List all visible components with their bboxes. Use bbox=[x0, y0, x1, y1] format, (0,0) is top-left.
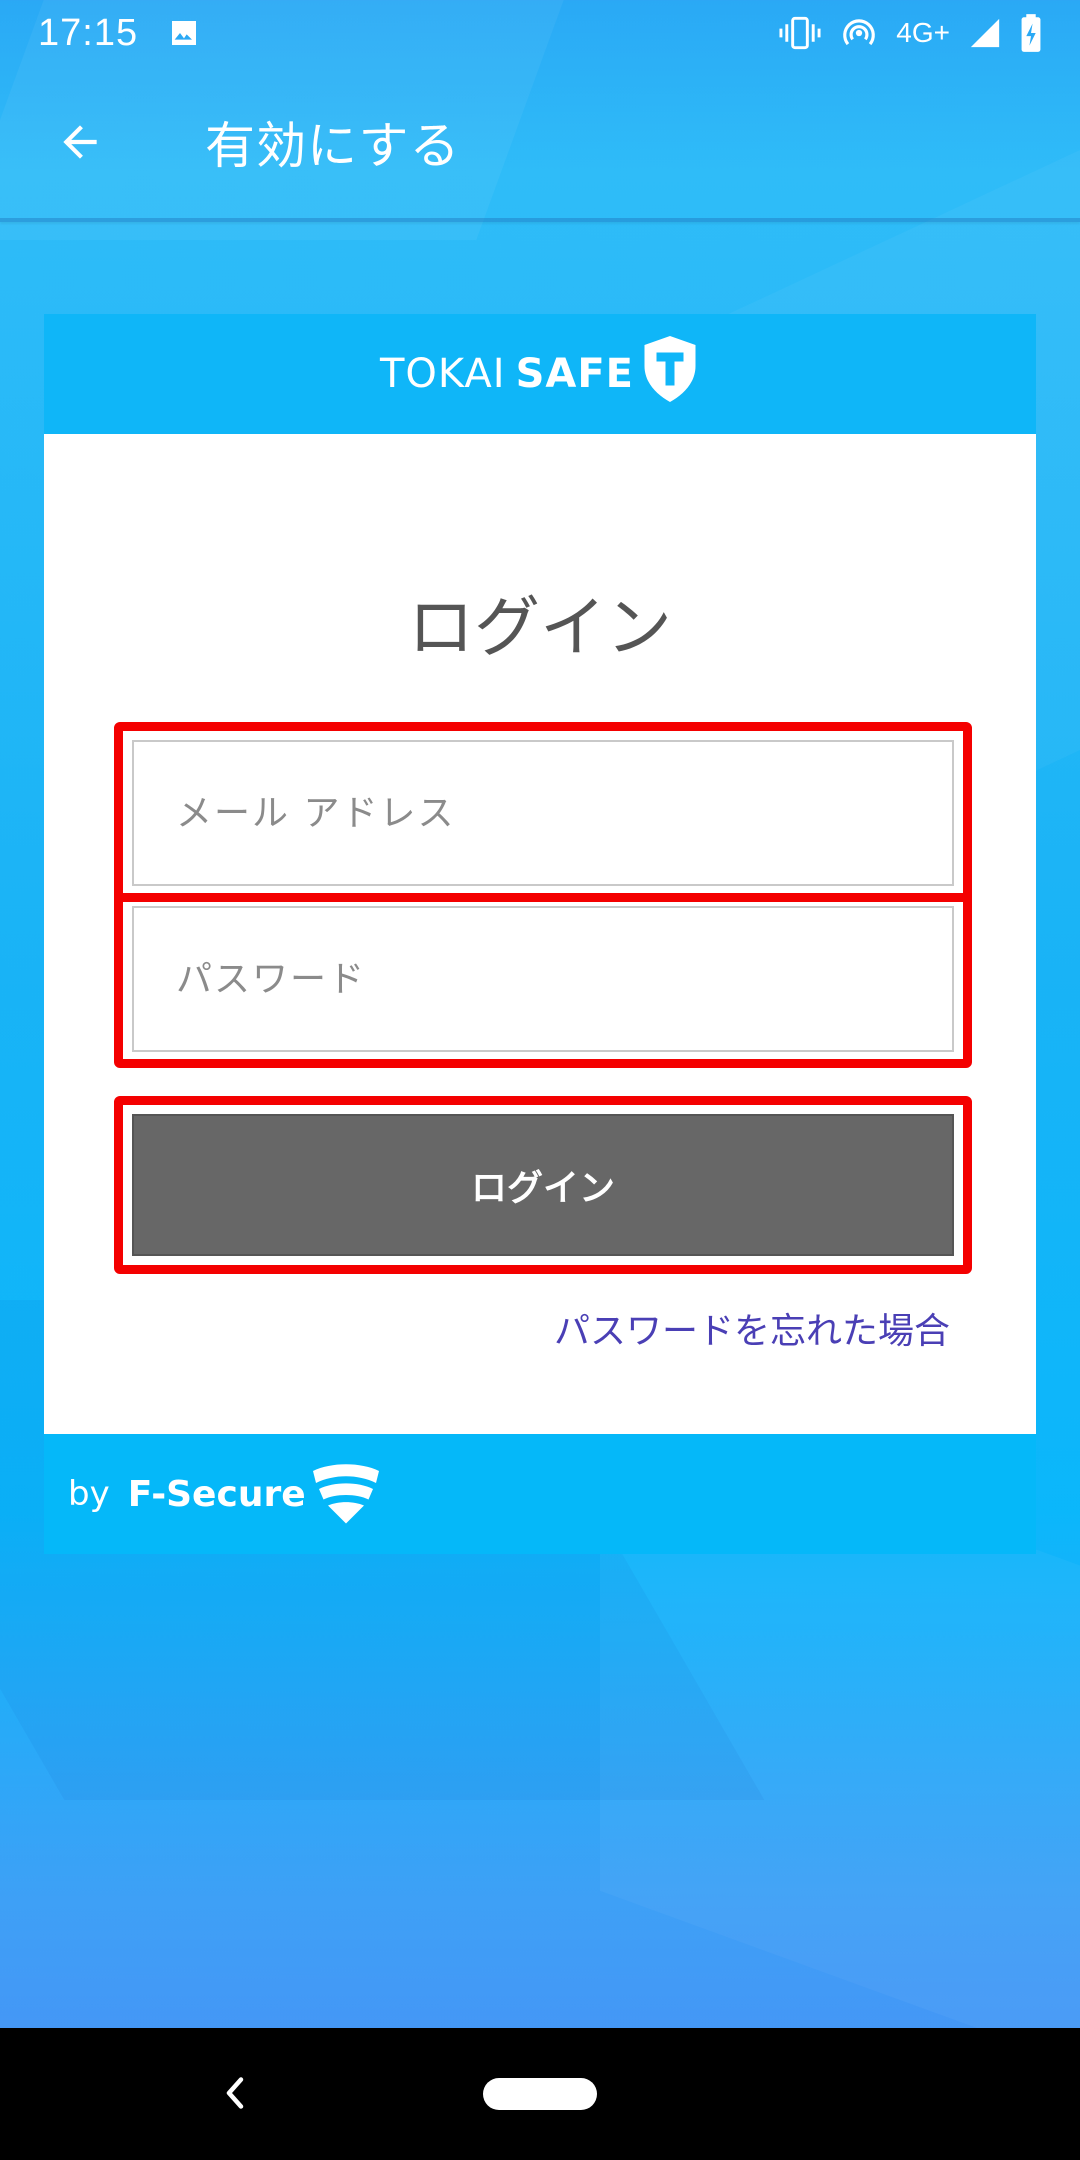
shield-icon bbox=[640, 334, 700, 414]
app-bar: 有効にする bbox=[0, 66, 1080, 222]
password-field[interactable] bbox=[176, 908, 952, 1050]
nav-back-button[interactable] bbox=[215, 2068, 255, 2118]
card-footer: by F-Secure bbox=[44, 1434, 1036, 1554]
forgot-password-link[interactable]: パスワードを忘れた場合 bbox=[554, 1302, 950, 1354]
card-header: TOKAI SAFE bbox=[44, 314, 1036, 434]
email-field-container bbox=[132, 740, 954, 886]
by-text: by bbox=[68, 1474, 110, 1514]
nav-home-button[interactable] bbox=[483, 2078, 597, 2110]
fsecure-brand: F-Secure bbox=[127, 1473, 306, 1515]
email-field[interactable] bbox=[176, 742, 952, 884]
card-body: ログイン ログイン パスワードを忘れた場合 bbox=[44, 434, 1036, 1434]
network-type: 4G+ bbox=[896, 17, 950, 48]
status-bar: 17:15 4G+ bbox=[0, 0, 1080, 66]
fsecure-logo-icon bbox=[310, 1459, 382, 1529]
image-notification-icon bbox=[168, 17, 200, 49]
back-button[interactable] bbox=[5, 64, 155, 220]
login-card: TOKAI SAFE ログイン ログイン パスワードを忘れた場合 by F-Se… bbox=[44, 314, 1036, 1554]
password-field-container bbox=[132, 906, 954, 1052]
login-heading: ログイン bbox=[408, 589, 672, 666]
system-nav-bar bbox=[0, 2028, 1080, 2160]
page-title: 有効にする bbox=[205, 117, 461, 175]
hotspot-icon bbox=[840, 14, 878, 52]
login-button[interactable]: ログイン bbox=[132, 1114, 954, 1256]
battery-icon bbox=[1020, 14, 1042, 52]
arrow-left-icon bbox=[63, 125, 97, 159]
highlight-divider bbox=[123, 893, 963, 902]
status-time: 17:15 bbox=[38, 11, 139, 54]
brand-bold-text: SAFE bbox=[515, 351, 635, 397]
tokai-safe-logo: TOKAI SAFE bbox=[380, 334, 700, 414]
vibrate-icon bbox=[778, 15, 822, 51]
signal-icon bbox=[968, 16, 1002, 50]
brand-light-text: TOKAI bbox=[379, 351, 506, 397]
chevron-left-icon bbox=[226, 2077, 244, 2109]
